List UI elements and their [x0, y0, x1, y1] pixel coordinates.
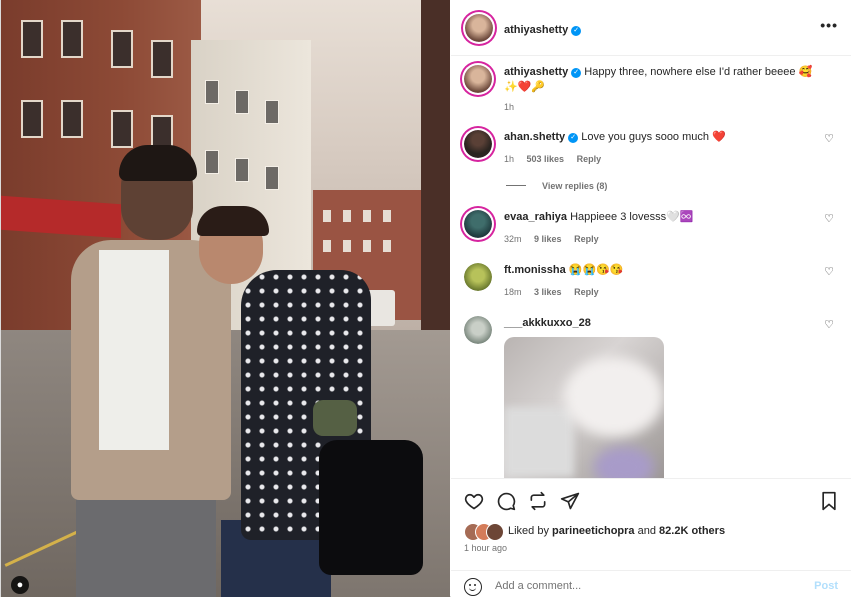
comment-avatar[interactable]: [464, 316, 492, 344]
liker-avatars: [464, 523, 504, 541]
comment-item: evaa_rahiya Happieee 3 lovesss🤍♾️ 32m 9 …: [464, 210, 834, 250]
caption-time: 1h: [504, 102, 515, 112]
verified-badge-icon: ✓: [568, 133, 579, 143]
photo-building-right: [421, 0, 450, 360]
liked-by-others[interactable]: 82.2K others: [659, 525, 725, 537]
comment-item: ___akkkuxxo_28 ♡: [464, 316, 834, 344]
author-avatar[interactable]: [465, 14, 493, 42]
photo-handbag: [319, 440, 423, 575]
comment-likes[interactable]: 9 likes: [534, 234, 562, 244]
photo-man-hair: [119, 145, 197, 181]
comment-reply-button[interactable]: Reply: [577, 154, 602, 164]
comment-likes[interactable]: 3 likes: [534, 287, 562, 297]
comment-username[interactable]: ahan.shetty: [504, 131, 565, 143]
comment-text-block: evaa_rahiya Happieee 3 lovesss🤍♾️: [504, 210, 814, 225]
photo-woman-hair: [197, 206, 269, 236]
comment-reply-button[interactable]: Reply: [574, 234, 599, 244]
heart-icon[interactable]: [462, 489, 486, 513]
comment-text-block: ___akkkuxxo_28: [504, 316, 814, 331]
comment-text: 😭😭😘😘: [568, 264, 624, 276]
comment-input[interactable]: Add a comment...: [495, 580, 581, 592]
liked-by-user[interactable]: parineetichopra: [552, 525, 635, 537]
post-comment-button[interactable]: Post: [814, 580, 838, 592]
comment-item: ahan.shetty ✓ Love you guys sooo much ❤️ …: [464, 130, 834, 170]
liker-avatar: [486, 523, 504, 541]
verified-badge-icon: ✓: [571, 26, 582, 36]
likes-text: Liked by parineetichopra and 82.2K other…: [508, 525, 725, 537]
view-replies-label: View replies (8): [542, 181, 608, 191]
photo-man-shirt: [99, 250, 169, 450]
verified-badge-icon: ✓: [571, 68, 582, 78]
view-replies-line: [506, 185, 526, 186]
user-tag-icon[interactable]: ●: [11, 576, 29, 594]
post-photo[interactable]: ●: [1, 0, 450, 597]
comment-avatar[interactable]: [464, 263, 492, 291]
comment-time: 32m: [504, 234, 522, 244]
comment-meta: 32m 9 likes Reply: [504, 232, 609, 247]
comment-likes[interactable]: 503 likes: [527, 154, 565, 164]
caption-text-block: athiyashetty ✓ Happy three, nowhere else …: [504, 65, 814, 95]
caption-avatar[interactable]: [464, 65, 492, 93]
post-actions-bar: Liked by parineetichopra and 82.2K other…: [451, 478, 851, 599]
post-side-panel: athiyashetty ✓ ••• athiyashetty ✓ Happy th…: [451, 0, 851, 599]
comment-text-block: ft.monissha 😭😭😘😘: [504, 263, 814, 278]
author-username[interactable]: athiyashetty: [504, 24, 568, 36]
comment-reply-button[interactable]: Reply: [574, 287, 599, 297]
comment-username[interactable]: ft.monissha: [504, 264, 566, 276]
heart-icon[interactable]: ♡: [824, 212, 834, 227]
comment-text-block: ahan.shetty ✓ Love you guys sooo much ❤️: [504, 130, 814, 145]
add-comment-bar: Add a comment... Post: [451, 570, 851, 601]
share-icon[interactable]: [558, 489, 582, 513]
liked-by-and: and: [634, 525, 660, 537]
caption-text: Happy three, nowhere else I'd rather bee…: [584, 66, 813, 78]
view-replies-button[interactable]: View replies (8): [506, 181, 607, 191]
comment-meta: 1h 503 likes Reply: [504, 152, 611, 167]
comment-avatar[interactable]: [464, 130, 492, 158]
post-timestamp[interactable]: 1 hour ago: [464, 543, 507, 553]
heart-icon[interactable]: ♡: [824, 265, 834, 280]
comment-time: 1h: [504, 154, 515, 164]
comment-image[interactable]: [504, 337, 664, 478]
heart-icon[interactable]: ♡: [824, 318, 834, 333]
caption-meta: 1h: [504, 100, 524, 115]
caption-emojis: ✨❤️🔑: [504, 81, 546, 93]
comment-icon[interactable]: [494, 489, 518, 513]
more-options-icon[interactable]: •••: [820, 17, 838, 33]
post-caption: athiyashetty ✓ Happy three, nowhere else …: [464, 65, 834, 115]
post-modal: ● athiyashetty ✓ ••• athiyashetty ✓ Happy …: [0, 0, 851, 599]
comment-item: ft.monissha 😭😭😘😘 18m 3 likes Reply ♡: [464, 263, 834, 303]
comment-meta: 18m 3 likes Reply: [504, 285, 609, 300]
heart-icon[interactable]: ♡: [824, 132, 834, 147]
comment-time: 18m: [504, 287, 522, 297]
post-header: athiyashetty ✓ •••: [451, 0, 851, 56]
comment-avatar[interactable]: [464, 210, 492, 238]
repost-icon[interactable]: [526, 489, 550, 513]
comment-text: Happieee 3 lovesss🤍♾️: [570, 211, 694, 223]
author-name-row: athiyashetty ✓: [504, 20, 582, 38]
caption-username[interactable]: athiyashetty: [504, 66, 568, 78]
liked-by-prefix: Liked by: [508, 525, 553, 537]
comment-text: Love you guys sooo much ❤️: [581, 131, 726, 143]
photo-sleeve: [313, 400, 357, 436]
comment-username[interactable]: ___akkkuxxo_28: [504, 317, 591, 329]
comment-username[interactable]: evaa_rahiya: [504, 211, 567, 223]
save-icon[interactable]: [817, 489, 841, 513]
emoji-icon[interactable]: [464, 578, 482, 596]
